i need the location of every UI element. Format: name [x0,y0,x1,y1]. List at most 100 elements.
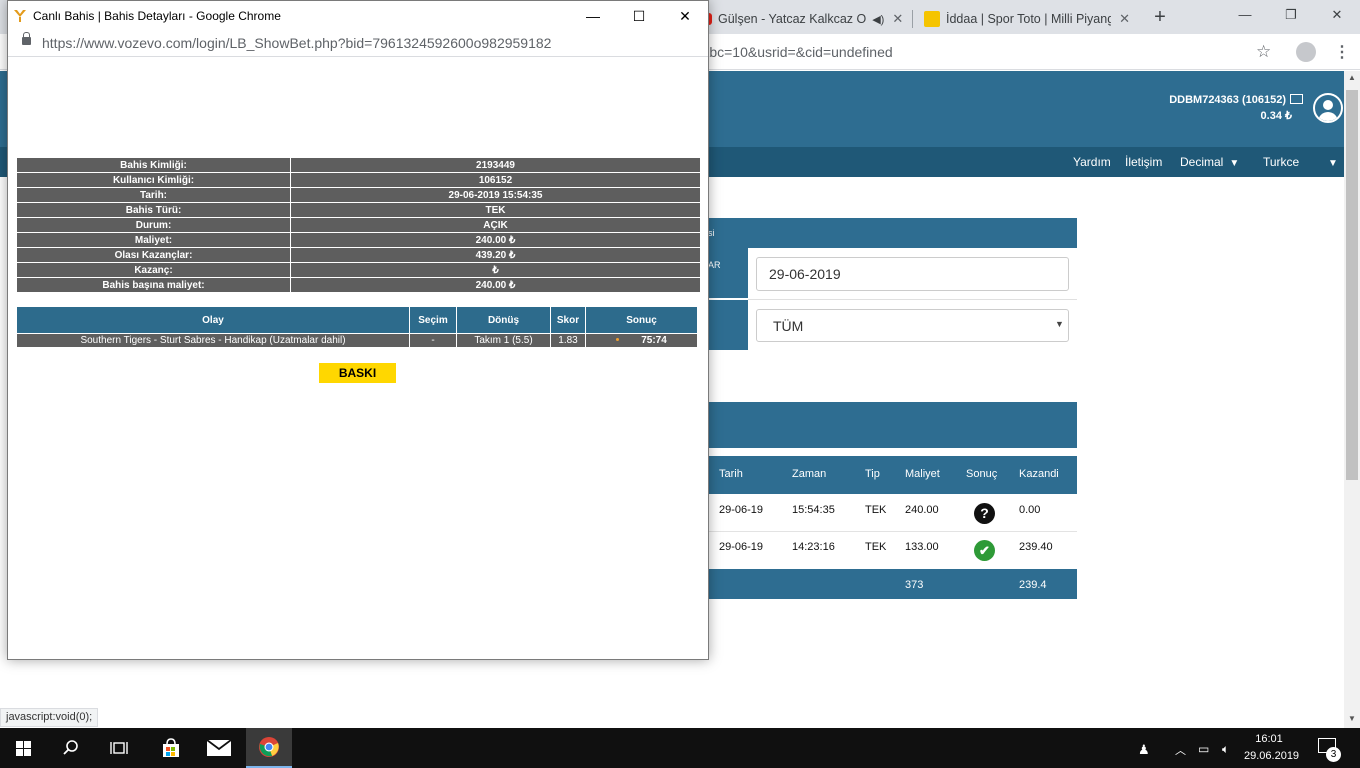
nav-help[interactable]: Yardım [1073,155,1111,169]
tab-title: İddaa | Spor Toto | Milli Piyango [946,12,1112,26]
total-cost: 373 [905,579,924,591]
row1-tip: TEK [865,504,887,516]
bookmark-star-icon[interactable]: ☆ [1256,42,1271,62]
row1-kazandi: 0.00 [1019,504,1041,516]
speaker-icon[interactable]: ◀) [872,13,884,26]
new-tab-button[interactable]: + [1150,4,1170,30]
notification-count-badge: 3 [1326,747,1341,762]
tab-title: Gülşen - Yatcaz Kalkcaz O [718,12,867,26]
background-url-text[interactable]: &bc=10&usrid=&cid=undefined [700,44,893,60]
detail-label: Durum: [16,217,291,233]
detail-value: 106152 [290,172,701,188]
detail-label: Bahis Kimliği: [16,157,291,173]
start-button[interactable] [0,728,46,768]
task-view-icon[interactable] [96,728,142,768]
scroll-thumb[interactable] [1346,90,1358,480]
user-avatar-icon[interactable] [1313,93,1343,123]
row1-tarih: 29-06-19 [719,504,764,516]
row2-kazandi: 239.40 [1019,541,1053,553]
bet-details-popup: Canlı Bahis | Bahis Detayları - Google C… [7,0,709,660]
popup-minimize-button[interactable]: — [570,1,616,31]
tab-gulsen[interactable]: Gülşen - Yatcaz Kalkcaz O ◀) ✕ [700,4,910,34]
row2-zaman: 14:23:16 [792,541,835,553]
minimize-button[interactable]: — [1222,0,1268,30]
bets-list-header [700,402,1077,448]
lock-icon [22,32,31,45]
search-icon[interactable] [48,728,94,768]
col-sonuc: Sonuç [966,468,998,480]
date-input[interactable]: 29-06-2019 [756,257,1069,291]
detail-label: Tarih: [16,187,291,203]
popup-close-button[interactable]: ✕ [662,1,708,31]
mail-app-icon[interactable] [196,728,242,768]
scroll-down-icon[interactable]: ▼ [1348,714,1356,723]
type-select[interactable]: TÜM [756,309,1069,342]
detail-row: Tarih: 29-06-2019 15:54:35 [16,187,701,203]
user-balance: 0.34 ₺ [1260,110,1292,122]
row1-zaman: 15:54:35 [792,504,835,516]
popup-address-bar[interactable]: https://www.vozevo.com/login/LB_ShowBet.… [8,31,708,57]
tab-iddaa[interactable]: İddaa | Spor Toto | Milli Piyango ✕ [916,4,1138,34]
detail-value: 29-06-2019 15:54:35 [290,187,701,203]
detail-row: Olası Kazançlar: 439.20 ₺ [16,247,701,263]
nav-odds-format[interactable]: Decimal ▼ [1180,155,1239,169]
header-olay: Olay [16,306,410,334]
events-table: Olay Seçim Dönüş Skor Sonuç Southern Tig… [16,306,698,348]
close-tab-icon[interactable]: ✕ [884,11,903,27]
filter-form-header: si [700,218,1077,248]
close-tab-icon[interactable]: ✕ [1111,11,1130,27]
detail-value: 2193449 [290,157,701,173]
header-secim: Seçim [409,306,457,334]
detail-value: 439.20 ₺ [290,247,701,263]
close-window-button[interactable]: ✕ [1314,0,1360,30]
event-skor: 1.83 [550,333,586,348]
row2-tip: TEK [865,541,887,553]
odds-format-label: Decimal [1180,155,1224,169]
scroll-up-icon[interactable]: ▲ [1348,73,1356,82]
row1-maliyet: 240.00 [905,504,939,516]
detail-value: 240.00 ₺ [290,232,701,248]
total-won: 239.4 [1019,579,1047,591]
mail-icon[interactable] [1290,94,1303,104]
detail-value: ₺ [290,262,701,278]
chrome-menu-icon[interactable]: ⋮ [1334,42,1350,62]
popup-url[interactable]: https://www.vozevo.com/login/LB_ShowBet.… [42,35,551,51]
row2-tarih: 29-06-19 [719,541,764,553]
site-favicon-icon [13,8,28,23]
store-icon[interactable] [148,728,194,768]
restore-button[interactable]: ❐ [1268,0,1314,30]
event-donus: Takım 1 (5.5) [456,333,551,348]
detail-value: AÇIK [290,217,701,233]
col-maliyet: Maliyet [905,468,940,480]
detail-label: Kazanç: [16,262,291,278]
chevron-down-icon[interactable]: ▼ [1322,155,1338,169]
iddaa-favicon-icon [924,11,940,27]
header-donus: Dönüş [456,306,551,334]
nav-contact[interactable]: İletişim [1125,155,1162,169]
event-secim: - [409,333,457,348]
people-icon[interactable]: ♟ [1138,742,1150,758]
header-sonuc: Sonuç [585,306,698,334]
col-kazandi: Kazandi [1019,468,1059,480]
detail-row: Kullanıcı Kimliği: 106152 [16,172,701,188]
nav-language[interactable]: Turkce [1263,155,1299,169]
chrome-taskbar-icon[interactable] [246,728,292,768]
tray-chevron-up-icon[interactable]: ︿ [1175,742,1186,758]
pending-question-icon[interactable]: ? [974,503,995,524]
bet-details-table: Bahis Kimliği: 2193449 Kullanıcı Kimliği:… [16,157,701,293]
taskbar-clock[interactable]: 16:01 29.06.2019 [1244,731,1299,765]
profile-avatar-icon[interactable] [1296,42,1316,62]
won-check-icon[interactable]: ✔ [974,540,995,561]
volume-icon[interactable]: 🔈︎ [1222,742,1229,757]
chevron-down-icon: ▼ [1229,158,1240,169]
detail-row: Bahis başına maliyet: 240.00 ₺ [16,277,701,293]
popup-maximize-button[interactable]: ☐ [616,1,662,31]
row2-maliyet: 133.00 [905,541,939,553]
network-icon[interactable]: ▭ [1198,742,1209,756]
event-olay: Southern Tigers - Sturt Sabres - Handika… [16,333,410,348]
tab-divider [912,10,913,28]
detail-row: Durum: AÇIK [16,217,701,233]
form-divider [748,299,1077,300]
user-id: DDBM724363 (106152) [1169,94,1286,106]
print-button[interactable]: BASKI [319,363,396,383]
